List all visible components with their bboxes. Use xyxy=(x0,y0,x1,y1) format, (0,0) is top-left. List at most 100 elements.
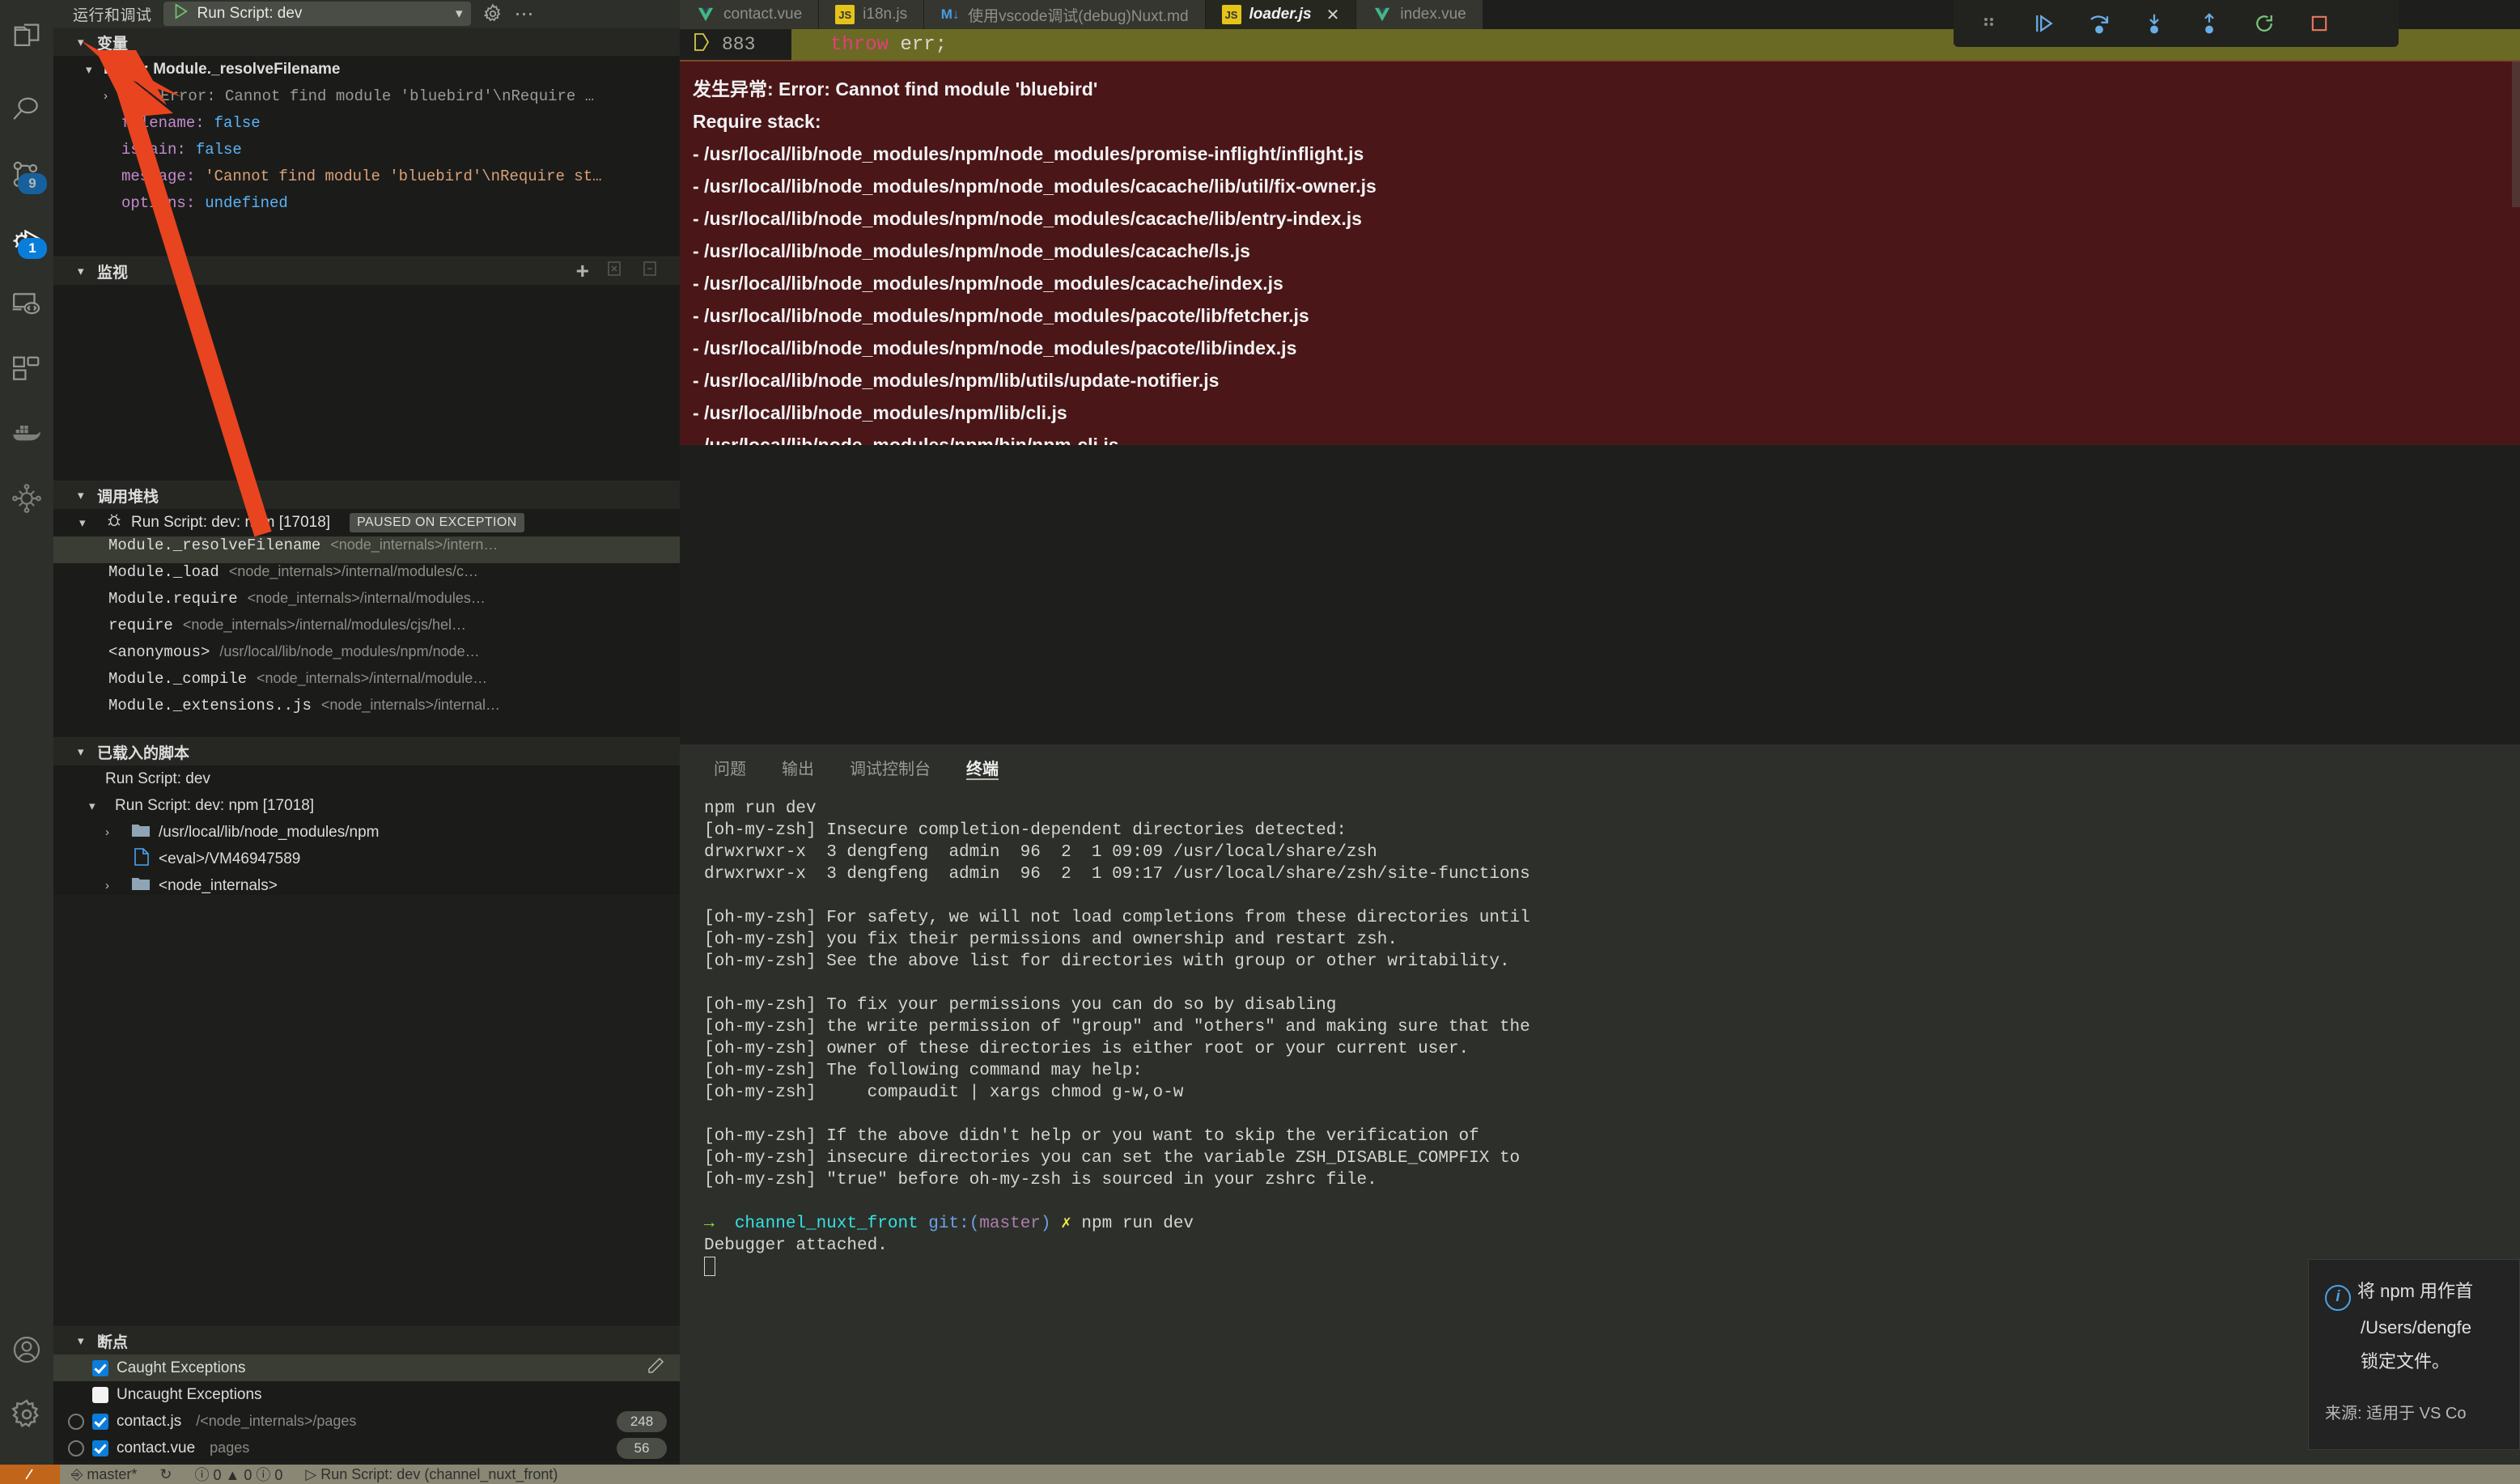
terminal-output[interactable]: npm run dev [oh-my-zsh] Insecure complet… xyxy=(680,790,2520,1465)
code-content[interactable]: throw err; xyxy=(791,34,947,56)
loaded-script-row[interactable]: › <node_internals> xyxy=(53,872,680,899)
manage-gear-icon[interactable] xyxy=(0,1382,53,1447)
variable-row[interactable]: filename: false xyxy=(53,109,680,136)
editor-scrollbar[interactable] xyxy=(2512,61,2520,207)
watch-section-header[interactable]: ▾ 监视 + xyxy=(53,257,680,285)
chevron-down-icon[interactable]: ▾ xyxy=(78,35,89,49)
tab-output[interactable]: 输出 xyxy=(764,744,832,790)
call-stack-section-header[interactable]: ▾ 调用堆栈 xyxy=(53,481,680,509)
chevron-down-icon[interactable]: ▾ xyxy=(79,515,97,530)
breakpoints-list[interactable]: Caught Exceptions Uncaught Exceptions co… xyxy=(53,1355,680,1461)
start-debug-icon[interactable] xyxy=(172,2,189,25)
stack-frame-row[interactable]: require <node_internals>/internal/module… xyxy=(53,617,680,643)
variables-section-header[interactable]: ▾ 变量 xyxy=(53,28,680,56)
source-control-branch[interactable]: ⎆ master* xyxy=(60,1466,148,1483)
chevron-down-icon[interactable]: ▾ xyxy=(78,264,89,278)
breakpoint-checkbox[interactable] xyxy=(92,1359,108,1376)
breakpoint-row[interactable]: contact.vue pages 56 xyxy=(53,1435,680,1461)
chevron-down-icon[interactable]: ▾ xyxy=(78,1333,89,1348)
breakpoint-checkbox[interactable] xyxy=(92,1386,108,1403)
breakpoint-row[interactable]: contact.js /<node_internals>/pages 248 xyxy=(53,1408,680,1435)
variable-row[interactable]: options: undefined xyxy=(53,189,680,216)
breakpoint-row[interactable]: Uncaught Exceptions xyxy=(53,1381,680,1408)
editor-gutter[interactable]: 883 xyxy=(680,29,791,60)
tab-contact-vue[interactable]: contact.vue xyxy=(680,0,820,29)
search-icon[interactable] xyxy=(0,78,53,142)
remove-all-expressions-icon[interactable] xyxy=(605,259,625,283)
chevron-down-icon[interactable]: ▾ xyxy=(456,6,463,22)
tab-problems[interactable]: 问题 xyxy=(696,744,764,790)
more-actions-icon[interactable]: ⋯ xyxy=(515,2,536,26)
explorer-icon[interactable] xyxy=(0,0,53,78)
variable-name: err xyxy=(121,87,150,105)
docker-icon[interactable] xyxy=(0,401,53,466)
loaded-scripts-section-header[interactable]: ▾ 已载入的脚本 xyxy=(53,738,680,765)
drag-handle-icon[interactable] xyxy=(1962,7,2017,40)
source-control-icon[interactable]: 9 xyxy=(0,142,53,207)
launch-configuration-select[interactable]: Run Script: dev ▾ xyxy=(163,2,471,26)
run-and-debug-icon[interactable]: 1 xyxy=(0,207,53,272)
tab-i18n-js[interactable]: JS i18n.js xyxy=(819,0,925,29)
chevron-right-icon[interactable]: › xyxy=(105,879,123,893)
debug-session-row[interactable]: ▾ Run Script: dev: npm [17018] PAUSED ON… xyxy=(53,509,680,536)
extensions-icon[interactable] xyxy=(0,337,53,401)
tab-nuxt-debug-md[interactable]: M↓ 使用vscode调试(debug)Nuxt.md xyxy=(924,0,1206,29)
remote-window-icon[interactable] xyxy=(0,1465,60,1484)
info-icon: i xyxy=(2325,1285,2351,1311)
loaded-script-row[interactable]: › /usr/local/lib/node_modules/npm xyxy=(53,819,680,846)
edit-condition-icon[interactable] xyxy=(646,1356,665,1380)
chevron-down-icon[interactable]: ▾ xyxy=(86,62,104,77)
accounts-icon[interactable] xyxy=(0,1317,53,1382)
chevron-down-icon[interactable]: ▾ xyxy=(78,488,89,502)
variable-row[interactable]: › err Error: Cannot find module 'bluebir… xyxy=(53,83,680,109)
tab-index-vue[interactable]: index.vue xyxy=(1356,0,1483,29)
variables-tree[interactable]: ▾ Local: Module._resolveFilename › err E… xyxy=(53,56,680,257)
watch-title: 监视 xyxy=(97,264,129,282)
debug-toolbar[interactable] xyxy=(1954,0,2399,47)
variable-row[interactable]: message: 'Cannot find module 'bluebird'\… xyxy=(53,163,680,189)
breakpoints-section-header[interactable]: ▾ 断点 xyxy=(53,1327,680,1355)
stack-frame-row[interactable]: Module._extensions..js <node_internals>/… xyxy=(53,697,680,723)
problems-summary[interactable]: ⓘ 0 ▲ 0 ⓘ 0 xyxy=(184,1465,295,1484)
variables-scope-row[interactable]: ▾ Local: Module._resolveFilename xyxy=(53,56,680,83)
loaded-script-row[interactable]: Run Script: dev xyxy=(53,765,680,792)
kubernetes-icon[interactable] xyxy=(0,466,53,531)
continue-icon[interactable] xyxy=(2017,7,2072,40)
line-number: 883 xyxy=(722,34,756,55)
collapse-all-icon[interactable] xyxy=(641,259,660,283)
loaded-scripts-tree[interactable]: Run Script: dev ▾ Run Script: dev: npm [… xyxy=(53,765,680,895)
chevron-right-icon[interactable]: › xyxy=(105,825,123,839)
step-over-icon[interactable] xyxy=(2072,7,2127,40)
call-stack-tree[interactable]: ▾ Run Script: dev: npm [17018] PAUSED ON… xyxy=(53,509,680,737)
chevron-down-icon[interactable]: ▾ xyxy=(78,744,89,759)
stop-icon[interactable] xyxy=(2292,7,2347,40)
breakpoint-checkbox[interactable] xyxy=(92,1439,108,1456)
step-out-icon[interactable] xyxy=(2182,7,2237,40)
chevron-down-icon[interactable]: ▾ xyxy=(89,799,107,813)
close-icon[interactable]: ✕ xyxy=(1326,5,1340,25)
step-into-icon[interactable] xyxy=(2127,7,2182,40)
stack-frame-row[interactable]: <anonymous> /usr/local/lib/node_modules/… xyxy=(53,643,680,670)
debug-target[interactable]: ▷ Run Script: dev (channel_nuxt_front) xyxy=(294,1466,569,1483)
stack-frame-row[interactable]: Module._resolveFilename <node_internals>… xyxy=(53,536,680,563)
tab-loader-js[interactable]: JS loader.js ✕ xyxy=(1205,0,1357,29)
restart-icon[interactable] xyxy=(2237,7,2292,40)
settings-gear-icon[interactable] xyxy=(482,3,503,24)
sync-icon[interactable]: ↻ xyxy=(148,1466,183,1483)
breakpoint-label: contact.vue xyxy=(117,1439,196,1456)
remote-explorer-icon[interactable] xyxy=(0,272,53,337)
loaded-script-row[interactable]: ▾ Run Script: dev: npm [17018] xyxy=(53,792,680,819)
add-expression-icon[interactable]: + xyxy=(576,260,589,282)
chevron-right-icon[interactable]: › xyxy=(104,89,121,103)
stack-frame-row[interactable]: Module._compile <node_internals>/interna… xyxy=(53,670,680,697)
variable-row[interactable]: isMain: false xyxy=(53,136,680,163)
breakpoint-row[interactable]: Caught Exceptions xyxy=(53,1355,680,1381)
stack-frame-row[interactable]: Module.require <node_internals>/internal… xyxy=(53,590,680,617)
loaded-script-row[interactable]: <eval>/VM46947589 xyxy=(53,846,680,872)
tab-terminal[interactable]: 终端 xyxy=(948,744,1016,790)
stack-frame-row[interactable]: Module._load <node_internals>/internal/m… xyxy=(53,563,680,590)
notification-toast[interactable]: i 将 npm 用作首 /Users/dengfe 锁定文件。 来源: 适用于 V… xyxy=(2308,1259,2520,1450)
breakpoint-checkbox[interactable] xyxy=(92,1413,108,1430)
tab-debug-console[interactable]: 调试控制台 xyxy=(832,744,948,790)
watch-expressions-list[interactable] xyxy=(53,285,680,481)
